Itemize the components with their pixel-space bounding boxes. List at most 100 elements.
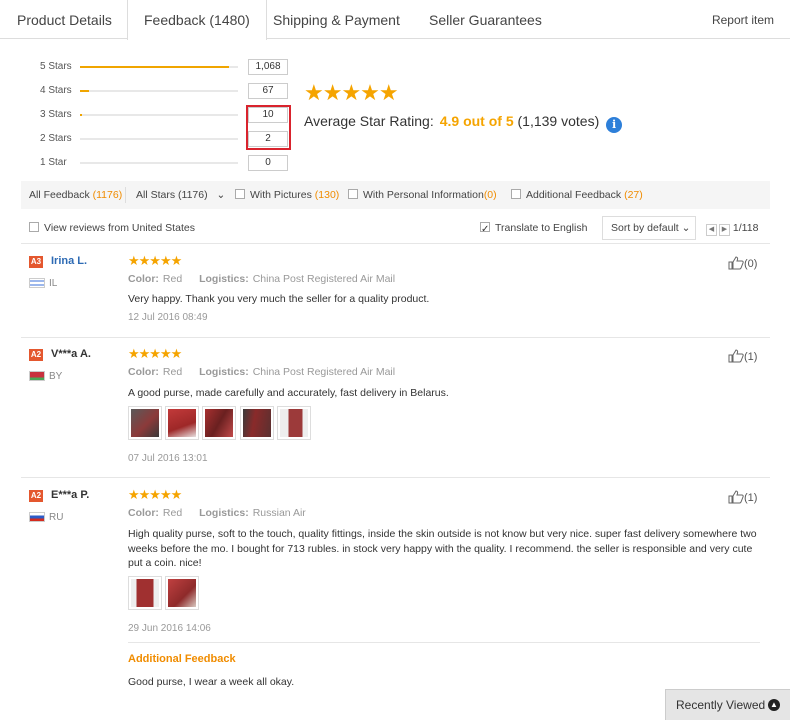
review-photo[interactable] — [128, 576, 162, 610]
reviewer-name[interactable]: Irina L. — [51, 255, 87, 267]
distribution-label: 1 Star — [40, 157, 67, 168]
review-photo-image — [205, 409, 233, 437]
flag-by-icon — [29, 371, 45, 381]
distribution-label: 5 Stars — [40, 61, 72, 72]
review-text: A good purse, made carefully and accurat… — [128, 387, 449, 399]
logistics-label: Logistics: — [199, 366, 249, 378]
prev-page-icon[interactable]: ◀ — [706, 224, 717, 236]
next-page-icon[interactable]: ▶ — [719, 224, 730, 236]
checkbox-checked-icon[interactable] — [480, 220, 490, 240]
tab-product-details[interactable]: Product Details — [17, 0, 112, 39]
filter-with-personal-label: With Personal Information — [363, 189, 484, 201]
logistics-label: Logistics: — [199, 273, 249, 285]
review-date: 29 Jun 2016 14:06 — [128, 623, 211, 634]
review-stars: ★★★★★ — [128, 487, 182, 502]
all-stars-label: All Stars (1176) — [136, 189, 208, 201]
review-photo-image — [168, 579, 196, 607]
divider — [21, 477, 770, 478]
filter-additional-feedback[interactable]: Additional Feedback (27) — [511, 181, 643, 209]
pagination: ◀ ▶ 1/118 — [706, 221, 758, 236]
divider — [125, 187, 126, 203]
review-photo[interactable] — [202, 406, 236, 440]
vote-count: (1,139 votes) — [517, 113, 600, 129]
distribution-count: 1,068 — [248, 59, 288, 75]
feedback-filter-bar: All Feedback (1176) All Stars (1176) ⌄ W… — [21, 181, 770, 209]
reviewer-name[interactable]: E***a P. — [51, 489, 89, 501]
review-date: 07 Jul 2016 13:01 — [128, 453, 208, 464]
filter-all-feedback-label: All Feedback — [29, 189, 90, 201]
filter-with-personal-count: (0) — [483, 189, 497, 201]
distribution-label: 2 Stars — [40, 133, 72, 144]
color-value: Red — [162, 507, 183, 519]
buyer-level-badge: A3 — [29, 256, 43, 268]
helpful-button[interactable]: (1) — [728, 349, 757, 363]
review-photo-image — [280, 409, 308, 437]
helpful-button[interactable]: (1) — [728, 490, 757, 504]
checkbox-icon[interactable] — [348, 189, 358, 199]
review-meta: Color: Red Logistics: China Post Registere… — [128, 273, 395, 285]
checkbox-icon[interactable] — [235, 189, 245, 199]
review-meta: Color: Red Logistics: Russian Air — [128, 507, 306, 519]
review-photo-image — [168, 409, 196, 437]
divider — [128, 642, 760, 643]
helpful-button[interactable]: (0) — [728, 256, 757, 270]
filter-with-pictures[interactable]: With Pictures (130) — [235, 181, 339, 209]
distribution-fill — [80, 114, 83, 116]
report-item-link[interactable]: Report item — [712, 0, 774, 40]
distribution-bar — [80, 90, 238, 92]
review-text: High quality purse, soft to the touch, q… — [128, 528, 757, 569]
tab-bar: Product Details Feedback (1480) Shipping… — [0, 0, 790, 40]
review-photo-image — [131, 409, 159, 437]
review-photo[interactable] — [165, 406, 199, 440]
divider — [21, 243, 770, 244]
thumbs-up-icon — [728, 490, 744, 504]
filter-with-personal-info[interactable]: With Personal Information(0) — [348, 181, 497, 209]
flag-il-icon — [29, 278, 45, 288]
distribution-count: 0 — [248, 155, 288, 171]
average-rating-score: 4.9 out of 5 — [439, 113, 514, 129]
additional-feedback-text: Good purse, I wear a week all okay. — [128, 676, 295, 688]
review-date: 12 Jul 2016 08:49 — [128, 312, 208, 323]
distribution-fill — [80, 66, 229, 68]
chevron-up-icon: ▲ — [768, 699, 780, 711]
review-stars: ★★★★★ — [128, 346, 182, 361]
buyer-level-badge: A2 — [29, 490, 43, 502]
color-label: Color: — [128, 366, 159, 378]
recently-viewed-label: Recently Viewed — [676, 698, 766, 712]
checkbox-icon[interactable] — [511, 189, 521, 199]
review-photo[interactable] — [128, 406, 162, 440]
reviewer-country: IL — [49, 278, 58, 289]
filter-with-pictures-count: (130) — [314, 189, 340, 201]
review-photo-image — [131, 579, 159, 607]
color-value: Red — [162, 273, 183, 285]
filter-all-feedback[interactable]: All Feedback (1176) — [29, 181, 122, 209]
tab-feedback[interactable]: Feedback (1480) — [127, 0, 267, 40]
translate-option[interactable]: Translate to English — [480, 218, 587, 240]
review-stars: ★★★★★ — [128, 253, 182, 268]
distribution-bar — [80, 66, 238, 68]
info-icon[interactable]: i — [606, 117, 623, 133]
color-label: Color: — [128, 273, 159, 285]
sort-dropdown[interactable]: Sort by default ⌄ — [602, 216, 696, 240]
tab-seller-guarantees[interactable]: Seller Guarantees — [429, 0, 542, 39]
distribution-bar — [80, 114, 238, 116]
chevron-down-icon: ⌄ — [216, 189, 226, 201]
view-us-reviews-option[interactable]: View reviews from United States — [29, 218, 195, 238]
helpful-count: (0) — [744, 258, 758, 270]
distribution-label: 4 Stars — [40, 85, 72, 96]
highlight-annotation-box — [246, 105, 291, 150]
reviewer-name[interactable]: V***a A. — [51, 348, 91, 360]
reviewer-country: BY — [49, 371, 63, 382]
logistics-label: Logistics: — [199, 507, 249, 519]
logistics-value: China Post Registered Air Mail — [252, 273, 396, 285]
distribution-bar — [80, 162, 238, 164]
review-photo[interactable] — [240, 406, 274, 440]
additional-feedback-heading: Additional Feedback — [128, 653, 236, 665]
filter-with-pictures-label: With Pictures — [250, 189, 312, 201]
recently-viewed-button[interactable]: Recently Viewed ▲ — [665, 689, 790, 720]
review-photo[interactable] — [277, 406, 311, 440]
tab-shipping-payment[interactable]: Shipping & Payment — [273, 0, 400, 39]
filter-all-stars-dropdown[interactable]: All Stars (1176) ⌄ — [136, 181, 225, 209]
review-photo[interactable] — [165, 576, 199, 610]
checkbox-icon[interactable] — [29, 222, 39, 232]
